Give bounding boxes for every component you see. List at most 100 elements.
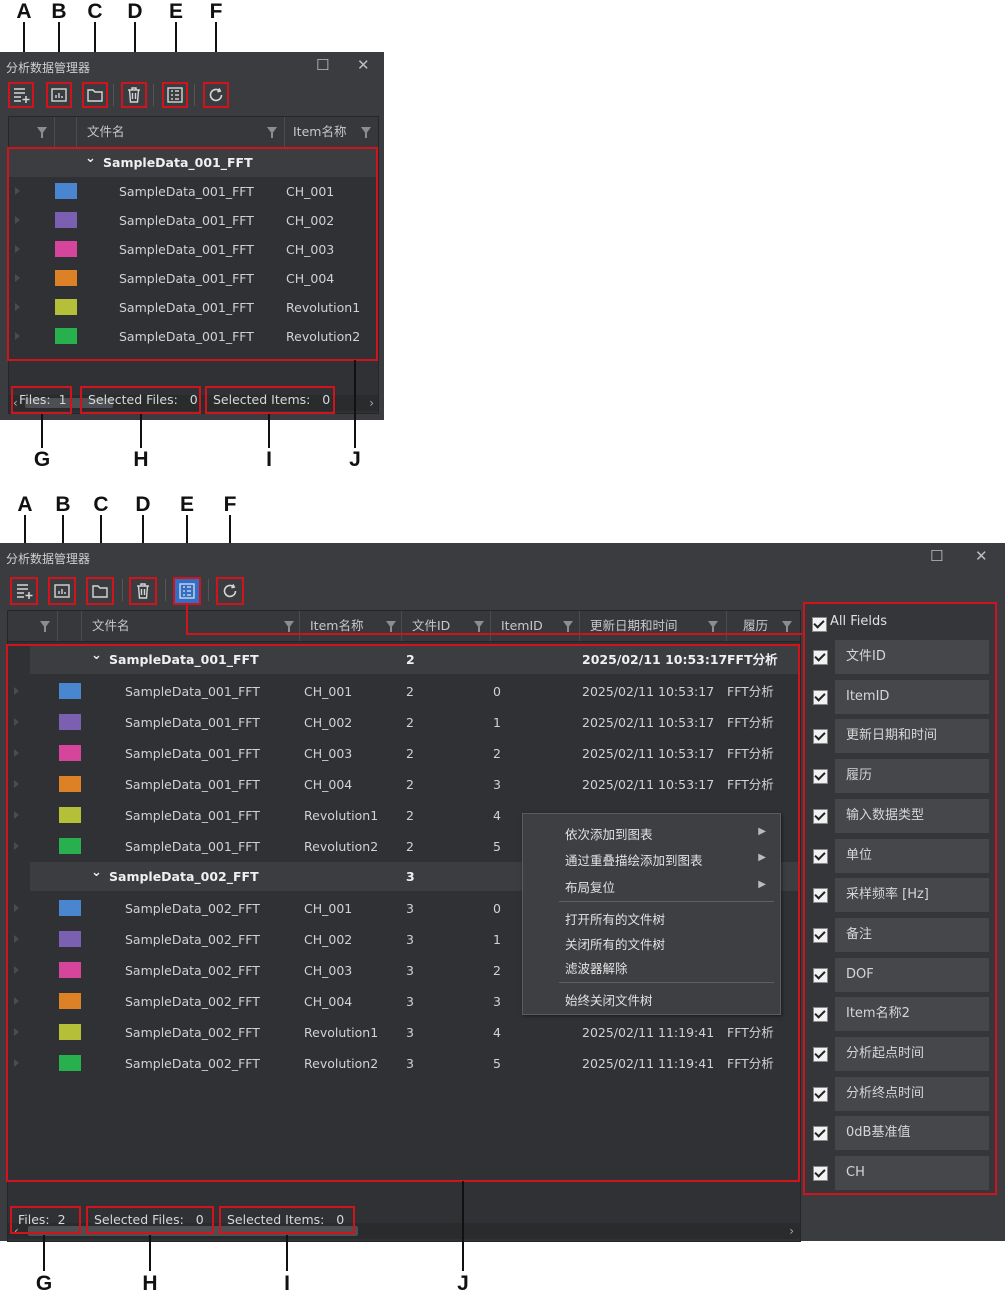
filter-icon[interactable] — [782, 621, 792, 632]
field-item[interactable]: 备注 — [835, 917, 989, 952]
add-to-list-icon — [15, 582, 33, 600]
field-checkbox[interactable] — [813, 769, 828, 785]
add-to-list-button[interactable] — [8, 82, 34, 108]
status-label: Selected Items: — [213, 392, 311, 407]
collapse-chevron-icon[interactable]: ⌄ — [91, 858, 102, 887]
item-row[interactable]: SampleData_001_FFT CH_002 — [9, 206, 378, 235]
scroll-right-icon[interactable]: › — [369, 395, 374, 411]
item-row[interactable]: SampleData_001_FFT CH_001 — [9, 177, 378, 206]
field-checkbox[interactable] — [813, 1007, 828, 1023]
column-header-filter[interactable] — [9, 117, 55, 147]
item-row[interactable]: SampleData_001_FFT CH_004 — [9, 264, 378, 293]
context-menu-item[interactable]: 关闭所有的文件树 — [565, 934, 665, 953]
field-checkbox[interactable] — [813, 729, 828, 745]
field-item[interactable]: 文件ID — [835, 640, 989, 674]
callout-label: D — [135, 493, 151, 516]
field-item[interactable]: 更新日期和时间 — [835, 719, 989, 754]
filter-icon[interactable] — [563, 621, 573, 632]
toolbar-separator — [153, 84, 154, 106]
field-checkbox[interactable] — [813, 1086, 828, 1102]
field-item[interactable]: 0dB基准值 — [835, 1116, 989, 1151]
field-checkbox[interactable] — [813, 1166, 828, 1182]
scroll-right-icon[interactable]: › — [789, 1223, 794, 1239]
filter-icon[interactable] — [37, 127, 47, 138]
context-menu-item[interactable]: 布局复位 — [565, 877, 615, 896]
field-item[interactable]: 履历 — [835, 759, 989, 794]
maximize-button[interactable]: ☐ — [316, 56, 329, 74]
field-item[interactable]: 输入数据类型 — [835, 798, 989, 833]
column-header-item-id[interactable]: ItemID — [491, 611, 580, 641]
field-checkbox[interactable] — [813, 927, 828, 943]
column-header-file-name[interactable]: 文件名 — [77, 117, 285, 147]
file-group-row[interactable]: ⌄ SampleData_001_FFT — [9, 148, 378, 177]
open-folder-button[interactable] — [86, 577, 114, 605]
context-menu-item[interactable]: 依次添加到图表 — [565, 824, 653, 843]
context-menu-item[interactable]: 滤波器解除 — [565, 958, 628, 977]
item-row[interactable]: SampleData_001_FFT Revolution2 — [9, 322, 378, 351]
column-header-filter[interactable] — [8, 611, 58, 641]
field-checkbox[interactable] — [813, 967, 828, 983]
context-menu-item[interactable]: 通过重叠描绘添加到图表 — [565, 850, 703, 869]
context-menu-item[interactable]: 打开所有的文件树 — [565, 909, 665, 928]
filter-icon[interactable] — [474, 621, 484, 632]
field-item[interactable]: CH — [835, 1156, 989, 1191]
close-button[interactable]: ✕ — [975, 547, 988, 565]
item-row[interactable]: SampleData_001_FFT CH_001 2 0 2025/02/11 10:… — [8, 676, 800, 707]
field-checkbox[interactable] — [813, 888, 828, 904]
field-item[interactable]: 分析终点时间 — [835, 1076, 989, 1111]
column-header-file-id[interactable]: 文件ID — [402, 611, 491, 641]
field-item[interactable]: 分析起点时间 — [835, 1037, 989, 1071]
column-label: Item名称 — [293, 124, 347, 139]
refresh-button[interactable] — [203, 82, 229, 108]
maximize-button[interactable]: ☐ — [930, 547, 943, 565]
collapse-chevron-icon[interactable]: ⌄ — [85, 144, 96, 173]
filter-icon[interactable] — [267, 127, 277, 138]
item-row[interactable]: SampleData_002_FFT Revolution1 3 4 2025/02/1… — [8, 1017, 800, 1048]
collapse-chevron-icon[interactable]: ⌄ — [91, 641, 102, 670]
context-menu-item[interactable]: 始终关闭文件树 — [565, 990, 653, 1009]
field-checkbox[interactable] — [813, 848, 828, 864]
column-header-item-name[interactable]: Item名称 — [300, 611, 402, 641]
filter-icon[interactable] — [386, 621, 396, 632]
item-row[interactable]: SampleData_001_FFT CH_003 — [9, 235, 378, 264]
item-row[interactable]: SampleData_001_FFT Revolution1 — [9, 293, 378, 322]
close-button[interactable]: ✕ — [357, 56, 370, 74]
overlay-chart-button[interactable] — [46, 82, 72, 108]
item-row[interactable]: SampleData_002_FFT Revolution2 3 5 2025/02/1… — [8, 1048, 800, 1079]
field-item[interactable]: 单位 — [835, 838, 989, 873]
column-header-updated[interactable]: 更新日期和时间 — [580, 611, 727, 641]
callout-label: E — [168, 0, 183, 23]
field-item[interactable]: 采样频率 [Hz] — [835, 878, 989, 913]
field-checkbox[interactable] — [813, 1047, 828, 1062]
item-row[interactable]: SampleData_001_FFT CH_004 2 3 2025/02/11 10:… — [8, 769, 800, 800]
delete-button[interactable] — [121, 82, 147, 108]
item-row[interactable]: SampleData_001_FFT CH_002 2 1 2025/02/11 10:… — [8, 707, 800, 738]
field-checkbox[interactable] — [813, 689, 828, 705]
add-to-list-button[interactable] — [10, 577, 38, 605]
field-list-button[interactable] — [173, 577, 201, 605]
open-folder-button[interactable] — [82, 82, 108, 108]
refresh-button[interactable] — [216, 577, 244, 605]
item-row[interactable]: SampleData_001_FFT CH_003 2 2 2025/02/11 10:… — [8, 738, 800, 769]
column-label: 文件名 — [92, 618, 130, 633]
updated-cell: 2025/02/11 10:53:17 — [582, 684, 715, 699]
field-checkbox[interactable] — [813, 808, 828, 824]
all-fields-checkbox[interactable] — [812, 617, 827, 632]
field-checkbox[interactable] — [813, 1126, 828, 1142]
field-item[interactable]: Item名称2 — [835, 997, 989, 1032]
column-header-history[interactable]: 履历 — [727, 611, 800, 641]
filter-icon[interactable] — [361, 127, 371, 138]
file-group-row[interactable]: ⌄ SampleData_001_FFT 2 2025/02/11 10:53:17 F… — [30, 645, 800, 674]
filter-icon[interactable] — [40, 621, 50, 632]
column-header-item-name[interactable]: Item名称 — [285, 117, 378, 147]
filter-icon[interactable] — [284, 621, 294, 632]
filter-icon[interactable] — [708, 621, 718, 632]
field-item[interactable]: DOF — [835, 957, 989, 992]
column-header-file-name[interactable]: 文件名 — [82, 611, 300, 641]
field-item[interactable]: ItemID — [835, 679, 989, 714]
overlay-chart-button[interactable] — [48, 577, 76, 605]
delete-button[interactable] — [129, 577, 157, 605]
field-list-button[interactable] — [162, 82, 188, 108]
field-checkbox[interactable] — [813, 650, 828, 665]
row-expand-icon — [14, 1028, 19, 1036]
